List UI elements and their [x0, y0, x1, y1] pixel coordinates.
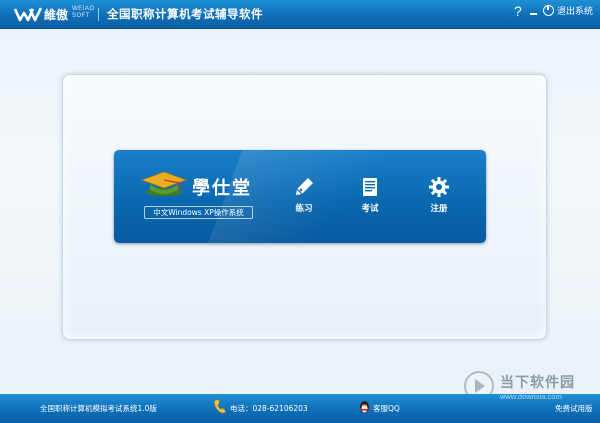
- brand-english: WEIAO SOFT: [72, 6, 95, 20]
- register-button[interactable]: 注册: [419, 176, 459, 216]
- graduation-cap-icon: [140, 171, 188, 196]
- power-icon: [543, 5, 554, 16]
- qq-penguin-icon[interactable]: [358, 400, 371, 414]
- trial-version-text: 免费试用版: [555, 404, 593, 413]
- customer-service-qq-link[interactable]: 客服QQ: [373, 403, 400, 414]
- exit-system-label: 退出系统: [557, 7, 594, 17]
- weiao-logo-icon: [14, 7, 42, 22]
- register-label: 注册: [430, 204, 448, 214]
- phone-icon: [214, 399, 226, 414]
- title-bar: 維傲 WEIAO SOFT 全国职称计算机考试辅导软件 ? 退出系统: [0, 0, 600, 29]
- header-divider: [98, 8, 99, 21]
- document-icon: [363, 178, 377, 196]
- menu-bar: 學仕堂 中文Windows XP操作系统 练习 考试 注册: [114, 150, 486, 243]
- watermark-text: 当下软件园: [500, 375, 575, 391]
- os-tag: 中文Windows XP操作系统: [144, 206, 253, 219]
- practice-button[interactable]: 练习: [284, 176, 324, 216]
- watermark-url: www.downxia.com: [500, 392, 562, 401]
- brand-name: 維傲: [44, 8, 69, 22]
- app-title: 全国职称计算机考试辅导软件: [107, 7, 263, 21]
- brand-english-line2: SOFT: [72, 13, 90, 19]
- app-name: 學仕堂: [192, 178, 252, 199]
- help-icon[interactable]: ?: [514, 3, 522, 19]
- brand-english-line1: WEIAO: [72, 6, 95, 12]
- exit-system-button[interactable]: 退出系统: [543, 3, 593, 18]
- phone-number: 电话：028-62106203: [230, 404, 308, 413]
- gear-icon: [429, 177, 449, 197]
- pen-icon: [296, 178, 313, 195]
- status-bar: 全国职称计算机模拟考试系统1.0版 电话：028-62106203 客服QQ w…: [0, 392, 600, 423]
- practice-label: 练习: [295, 204, 313, 214]
- version-text: 全国职称计算机模拟考试系统1.0版: [40, 404, 157, 413]
- minimize-icon[interactable]: [530, 13, 537, 15]
- exam-label: 考试: [361, 204, 379, 214]
- exam-button[interactable]: 考试: [350, 176, 390, 216]
